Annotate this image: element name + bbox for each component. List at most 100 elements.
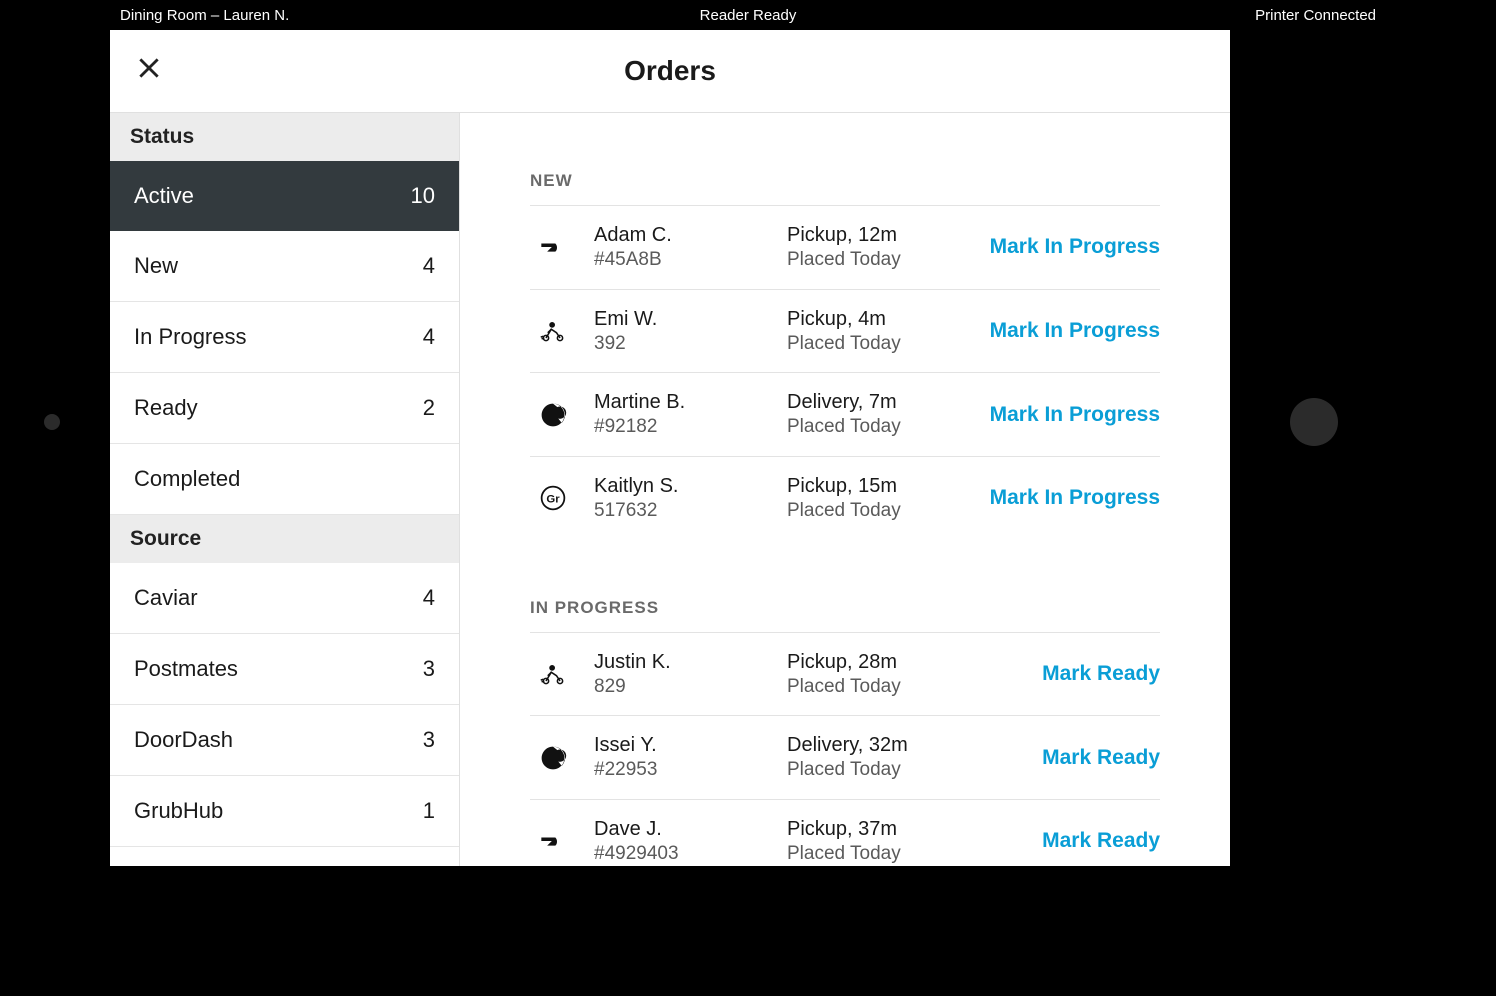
sidebar-source-item-postmates[interactable]: Postmates 3 [110,634,459,705]
sidebar-status-item-new[interactable]: New 4 [110,231,459,302]
order-type-time: Delivery, 7m [787,389,972,415]
customer-name: Emi W. [594,306,769,332]
close-icon [136,55,162,81]
sidebar-item-label: DoorDash [134,727,233,753]
group-header-new: NEW [530,171,1160,191]
sidebar-item-count: 4 [423,253,435,279]
order-action-button[interactable]: Mark In Progress [990,403,1160,427]
customer-name: Kaitlyn S. [594,473,769,499]
close-button[interactable] [136,55,162,87]
sidebar-status-item-active[interactable]: Active 10 [110,161,459,231]
order-row[interactable]: Emi W.392 Pickup, 4mPlaced Today Mark In P… [530,289,1160,373]
sidebar-item-label: Postmates [134,656,238,682]
order-action-button[interactable]: Mark In Progress [990,235,1160,259]
sidebar-source-item-grubhub[interactable]: GrubHub1 [110,776,459,847]
order-type-time: Pickup, 15m [787,473,972,499]
order-meta: Delivery, 7mPlaced Today [787,389,972,440]
sidebar-item-label: Ready [134,395,198,421]
device-home-button[interactable] [1290,398,1338,446]
order-placed: Placed Today [787,758,1024,783]
order-action-button[interactable]: Mark Ready [1042,662,1160,686]
order-row[interactable]: Dave J.#4929403 Pickup, 37mPlaced Today Ma… [530,799,1160,866]
order-type-time: Pickup, 4m [787,306,972,332]
order-customer: Kaitlyn S.517632 [594,473,769,524]
sidebar-item-label: Active [134,183,194,209]
svg-text:Gr: Gr [546,494,560,506]
device-camera-dot [44,414,60,430]
sidebar-source-item-doordash[interactable]: DoorDash3 [110,705,459,776]
sidebar-status-item-in-progress[interactable]: In Progress 4 [110,302,459,373]
sidebar-item-label: Caviar [134,585,198,611]
order-customer: Emi W.392 [594,306,769,357]
order-type-time: Pickup, 37m [787,816,1024,842]
status-location: Dining Room – Lauren N. [120,7,539,24]
orders-list: NEWAdam C.#45A8BPickup, 12mPlaced TodayM… [460,113,1230,866]
status-printer: Printer Connected [957,7,1376,24]
order-customer: Dave J.#4929403 [594,816,769,866]
order-meta: Pickup, 28mPlaced Today [787,649,1024,700]
order-placed: Placed Today [787,499,972,524]
customer-name: Issei Y. [594,732,769,758]
status-reader: Reader Ready [539,7,958,24]
doordash-icon [530,827,576,855]
sidebar-item-label: New [134,253,178,279]
order-number: 829 [594,675,769,700]
sidebar-header-status: Status [110,113,459,161]
order-action-button[interactable]: Mark Ready [1042,829,1160,853]
sidebar: Status Active 10 New 4 In Progress 4 Ready 2 Com… [110,113,460,866]
sidebar-item-count: 3 [423,656,435,682]
caviar-icon [530,401,576,429]
group-header-in-progress: IN PROGRESS [530,598,1160,618]
order-number: #4929403 [594,842,769,866]
modal-header: Orders [110,30,1230,113]
doordash-icon [530,233,576,261]
order-meta: Pickup, 37mPlaced Today [787,816,1024,866]
order-placed: Placed Today [787,332,972,357]
sidebar-item-count: 1 [423,798,435,824]
sidebar-source-item-caviar[interactable]: Caviar 4 [110,563,459,634]
sidebar-item-count: 2 [423,395,435,421]
order-number: #22953 [594,758,769,783]
sidebar-item-count: 4 [423,324,435,350]
order-row[interactable]: Gr Kaitlyn S.517632 Pickup, 15mPlaced Toda… [530,456,1160,540]
order-type-time: Pickup, 12m [787,222,972,248]
sidebar-item-count: 10 [411,183,435,209]
caviar-icon [530,744,576,772]
order-placed: Placed Today [787,415,972,440]
order-customer: Martine B.#92182 [594,389,769,440]
page-title: Orders [624,55,716,87]
order-number: #92182 [594,415,769,440]
grubhub-icon: Gr [530,484,576,512]
order-meta: Delivery, 32mPlaced Today [787,732,1024,783]
customer-name: Justin K. [594,649,769,675]
customer-name: Adam C. [594,222,769,248]
sidebar-item-label: Completed [134,466,240,492]
sidebar-item-count: 4 [423,585,435,611]
sidebar-item-label: In Progress [134,324,247,350]
orders-modal: Orders Status Active 10 New 4 In Progress 4 Re… [110,30,1230,866]
order-row[interactable]: Adam C.#45A8B Pickup, 12mPlaced Today Mark… [530,205,1160,289]
order-row[interactable]: Issei Y.#22953 Delivery, 32mPlaced Today M… [530,715,1160,799]
order-placed: Placed Today [787,842,1024,866]
order-row[interactable]: Justin K.829 Pickup, 28mPlaced Today Mark … [530,632,1160,716]
postmates-icon [530,317,576,345]
customer-name: Dave J. [594,816,769,842]
order-action-button[interactable]: Mark In Progress [990,319,1160,343]
order-action-button[interactable]: Mark Ready [1042,746,1160,770]
order-type-time: Pickup, 28m [787,649,1024,675]
order-customer: Adam C.#45A8B [594,222,769,273]
order-customer: Issei Y.#22953 [594,732,769,783]
sidebar-status-item-completed[interactable]: Completed [110,444,459,515]
order-type-time: Delivery, 32m [787,732,1024,758]
order-row[interactable]: Martine B.#92182 Delivery, 7mPlaced Today… [530,372,1160,456]
device-status-bar: Dining Room – Lauren N. Reader Ready Pri… [110,0,1386,30]
order-meta: Pickup, 4mPlaced Today [787,306,972,357]
order-number: 517632 [594,499,769,524]
postmates-icon [530,660,576,688]
order-number: 392 [594,332,769,357]
order-meta: Pickup, 12mPlaced Today [787,222,972,273]
sidebar-status-item-ready[interactable]: Ready 2 [110,373,459,444]
order-meta: Pickup, 15mPlaced Today [787,473,972,524]
order-action-button[interactable]: Mark In Progress [990,486,1160,510]
customer-name: Martine B. [594,389,769,415]
